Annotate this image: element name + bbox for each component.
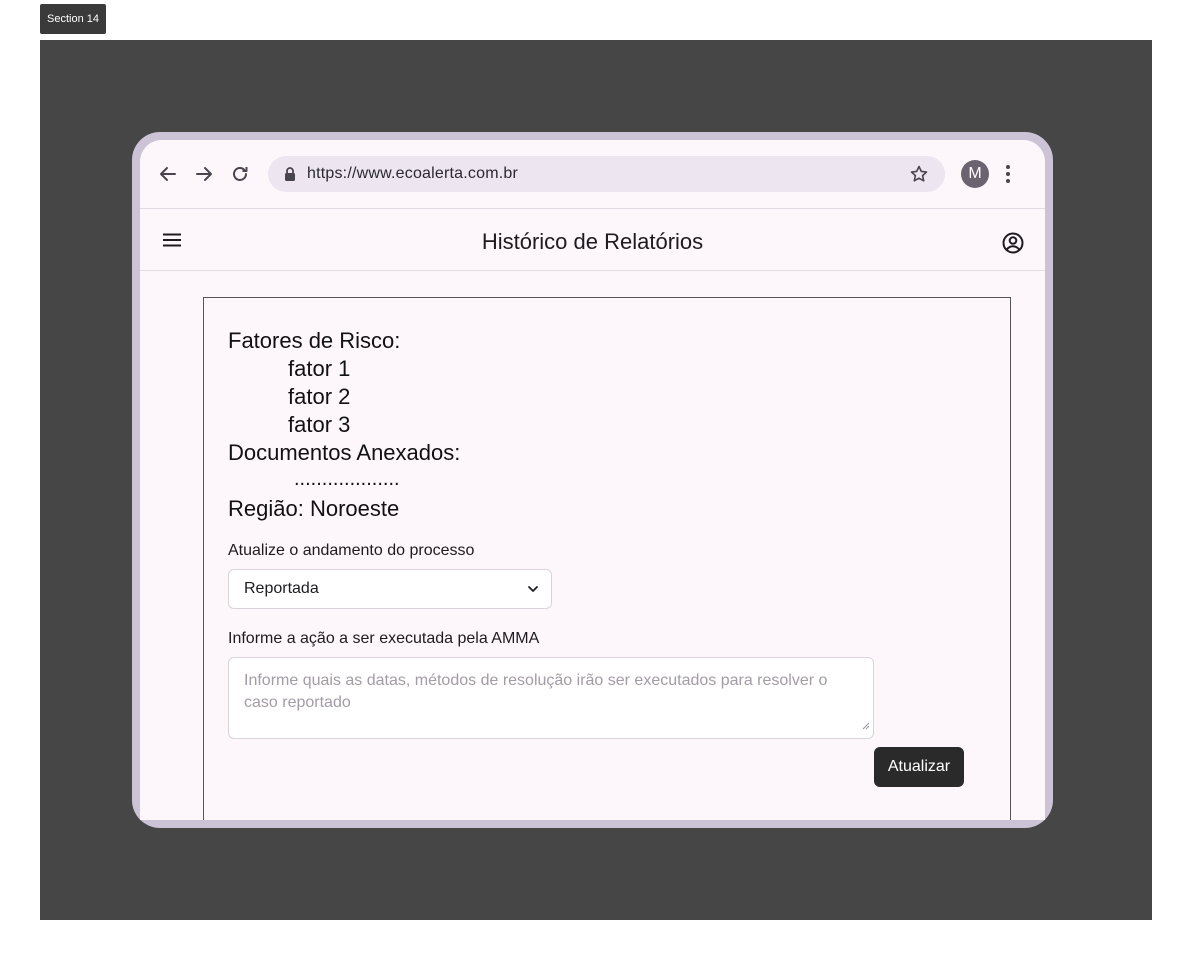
risk-factor-item: fator 3 — [288, 412, 351, 437]
screen: https://www.ecoalerta.com.br M Histórico… — [140, 140, 1045, 820]
device-frame: https://www.ecoalerta.com.br M Histórico… — [132, 132, 1053, 828]
more-vert-icon[interactable] — [1005, 162, 1011, 191]
action-label: Informe a ação a ser executada pela AMMA — [228, 630, 540, 647]
lock-icon — [284, 167, 296, 186]
status-label: Atualize o andamento do processo — [228, 542, 475, 559]
risk-factors-heading: Fatores de Risco: — [228, 328, 401, 353]
documents-heading: Documentos Anexados: — [228, 440, 461, 465]
region-text: Região: Noroeste — [228, 496, 400, 521]
resize-handle-icon[interactable] — [862, 717, 870, 735]
browser-toolbar: https://www.ecoalerta.com.br M — [140, 140, 1045, 209]
status-select-value: Reportada — [244, 580, 319, 597]
action-textarea-placeholder: Informe quais as datas, métodos de resol… — [244, 672, 828, 711]
report-card: Fatores de Risco: fator 1 fator 2 fator … — [203, 297, 1011, 820]
chevron-down-icon — [527, 582, 539, 600]
risk-factor-item: fator 2 — [288, 384, 351, 409]
bookmark-star-icon[interactable] — [909, 164, 929, 189]
profile-avatar[interactable]: M — [961, 160, 989, 188]
app-bar: Histórico de Relatórios — [140, 209, 1045, 271]
url-text: https://www.ecoalerta.com.br — [307, 165, 519, 182]
update-button[interactable]: Atualizar — [874, 747, 964, 787]
section-tag: Section 14 — [40, 4, 106, 34]
status-select[interactable]: Reportada — [228, 569, 552, 609]
address-bar[interactable]: https://www.ecoalerta.com.br — [268, 156, 945, 192]
forward-icon[interactable] — [192, 162, 216, 186]
risk-factor-item: fator 1 — [288, 356, 351, 381]
artboard: https://www.ecoalerta.com.br M Histórico… — [40, 40, 1152, 920]
account-circle-icon[interactable] — [1001, 231, 1025, 260]
action-textarea[interactable]: Informe quais as datas, métodos de resol… — [228, 657, 874, 739]
reload-icon[interactable] — [228, 162, 252, 186]
page-title: Histórico de Relatórios — [481, 229, 704, 254]
documents-placeholder: ................... — [294, 468, 400, 490]
back-icon[interactable] — [156, 162, 180, 186]
